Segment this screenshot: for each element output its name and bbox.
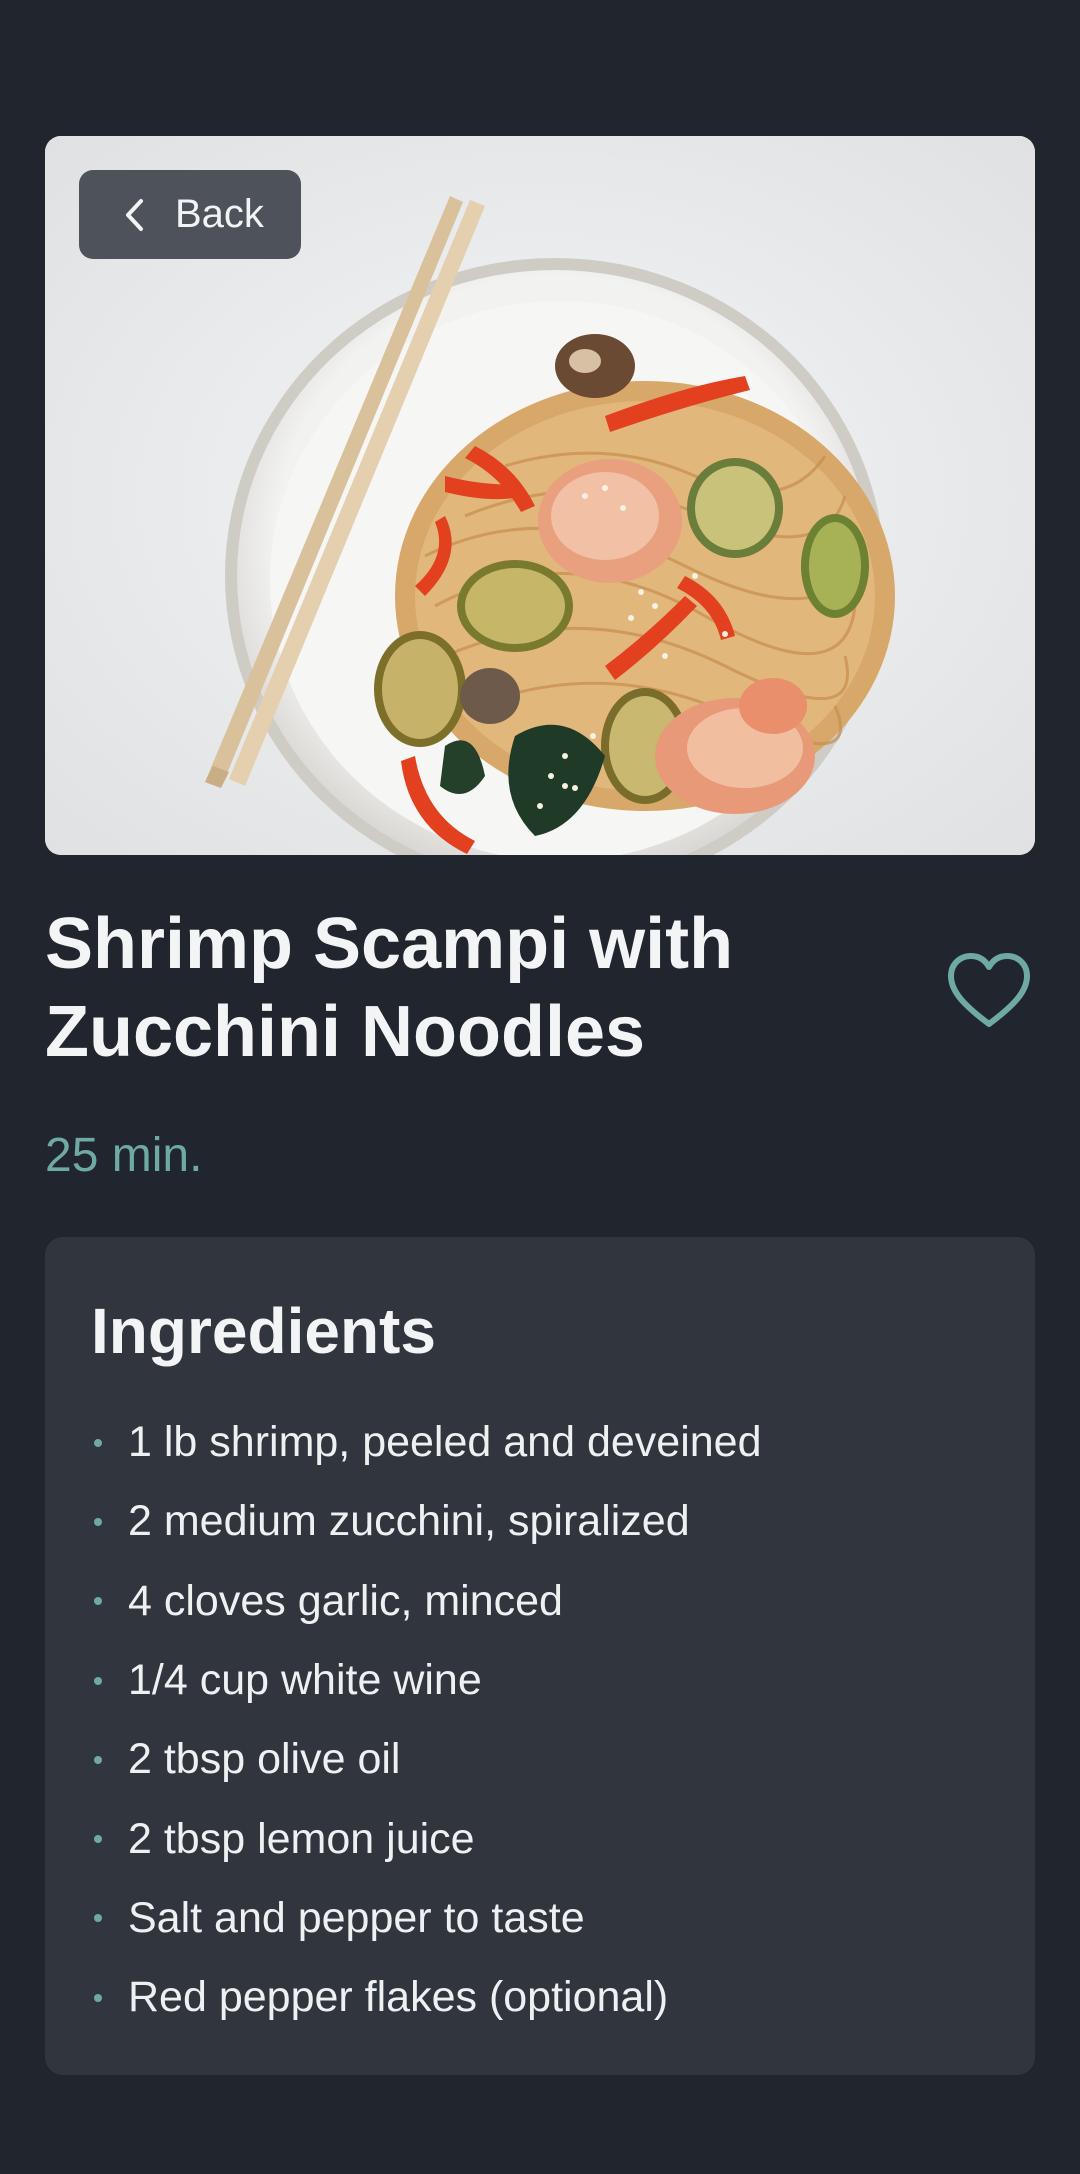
ingredient-text: Red pepper flakes (optional)	[128, 1973, 669, 2022]
back-button-label: Back	[175, 192, 264, 236]
ingredients-list: 1 lb shrimp, peeled and deveined 2 mediu…	[91, 1403, 762, 2037]
ingredient-text: 1/4 cup white wine	[128, 1656, 482, 1705]
back-button[interactable]: Back	[79, 170, 301, 259]
recipe-title-line-2: Zucchini Noodles	[45, 992, 646, 1072]
ingredient-item: 2 tbsp olive oil	[91, 1720, 762, 1799]
bullet-icon	[94, 1676, 102, 1685]
recipe-title-line-1: Shrimp Scampi with	[45, 904, 734, 984]
ingredient-text: 4 cloves garlic, minced	[128, 1576, 563, 1625]
ingredient-item: 1/4 cup white wine	[91, 1641, 762, 1720]
bullet-icon	[94, 1993, 102, 2002]
ingredient-text: 2 tbsp olive oil	[128, 1735, 401, 1784]
cook-time: 25 min.	[45, 1129, 203, 1182]
heart-icon[interactable]	[945, 950, 1033, 1030]
bullet-icon	[94, 1755, 102, 1764]
bullet-icon	[94, 1517, 102, 1526]
ingredient-item: Salt and pepper to taste	[91, 1879, 762, 1958]
recipe-hero-image: Back	[45, 136, 1035, 855]
ingredient-item: 4 cloves garlic, minced	[91, 1562, 762, 1641]
ingredient-item: Red pepper flakes (optional)	[91, 1958, 762, 2037]
bullet-icon	[94, 1835, 102, 1844]
ingredient-item: 2 tbsp lemon juice	[91, 1799, 762, 1878]
ingredient-text: 2 tbsp lemon juice	[128, 1814, 475, 1863]
bullet-icon	[94, 1438, 102, 1447]
ingredient-item: 1 lb shrimp, peeled and deveined	[91, 1403, 762, 1482]
chevron-left-icon	[126, 198, 143, 231]
ingredient-item: 2 medium zucchini, spiralized	[91, 1482, 762, 1561]
bullet-icon	[94, 1597, 102, 1606]
ingredients-heading: Ingredients	[91, 1295, 436, 1367]
recipe-title: Shrimp Scampi with Zucchini Noodles	[45, 900, 865, 1076]
ingredient-text: 1 lb shrimp, peeled and deveined	[128, 1418, 762, 1467]
bullet-icon	[94, 1914, 102, 1923]
ingredients-card: Ingredients 1 lb shrimp, peeled and deve…	[45, 1237, 1035, 2075]
ingredient-text: Salt and pepper to taste	[128, 1893, 585, 1942]
ingredient-text: 2 medium zucchini, spiralized	[128, 1497, 690, 1546]
